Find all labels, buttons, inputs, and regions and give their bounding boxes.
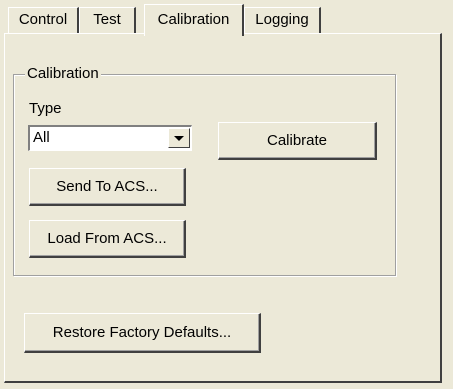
load-from-acs-button[interactable]: Load From ACS... [29,220,186,258]
calibration-window: Control Test Calibration Logging Calibra… [0,0,453,389]
dropdown-arrow-icon[interactable] [168,128,190,148]
tab-calibration[interactable]: Calibration [144,4,244,36]
restore-factory-defaults-button[interactable]: Restore Factory Defaults... [24,313,261,353]
calibrate-button[interactable]: Calibrate [218,122,377,160]
tab-control[interactable]: Control [8,7,79,33]
tab-test[interactable]: Test [79,7,136,33]
type-dropdown[interactable]: All [28,125,192,151]
type-label: Type [29,100,62,117]
calibration-group-legend: Calibration [25,65,101,82]
type-selected-value: All [33,129,50,146]
send-to-acs-button[interactable]: Send To ACS... [29,168,186,206]
tab-logging[interactable]: Logging [244,7,321,33]
